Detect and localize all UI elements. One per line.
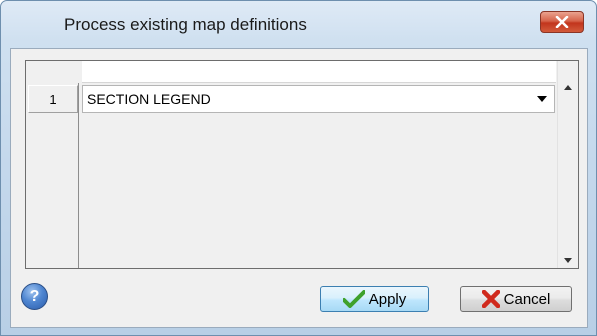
map-definition-dropdown[interactable]: SECTION LEGEND xyxy=(82,85,555,113)
scroll-up-arrow-icon[interactable] xyxy=(558,79,578,95)
vertical-scrollbar[interactable] xyxy=(557,61,578,268)
apply-button[interactable]: Apply xyxy=(320,286,429,312)
chevron-down-icon[interactable] xyxy=(531,87,553,111)
cancel-button[interactable]: Cancel xyxy=(460,286,572,312)
dialog-title: Process existing map definitions xyxy=(64,15,307,34)
title-bar[interactable]: Process existing map definitions xyxy=(1,1,596,41)
scroll-down-arrow-icon[interactable] xyxy=(558,252,578,268)
help-icon: ? xyxy=(29,287,40,305)
dropdown-selected-value: SECTION LEGEND xyxy=(87,91,211,107)
red-x-icon xyxy=(481,290,500,308)
column-header[interactable] xyxy=(82,61,556,83)
close-icon xyxy=(555,16,569,28)
dialog-window: Process existing map definitions 1 SECTI… xyxy=(0,0,597,336)
definitions-grid: 1 SECTION LEGEND xyxy=(25,60,579,269)
grid-data-area: SECTION LEGEND xyxy=(81,83,557,268)
help-button[interactable]: ? xyxy=(21,283,48,310)
dialog-client-area: 1 SECTION LEGEND ? Apply Cancel xyxy=(10,48,588,328)
checkmark-icon xyxy=(342,290,365,308)
apply-label: Apply xyxy=(368,290,407,308)
cancel-label: Cancel xyxy=(503,290,551,308)
grid-header xyxy=(26,61,578,83)
close-button[interactable] xyxy=(540,11,584,33)
row-number-1[interactable]: 1 xyxy=(28,85,78,113)
